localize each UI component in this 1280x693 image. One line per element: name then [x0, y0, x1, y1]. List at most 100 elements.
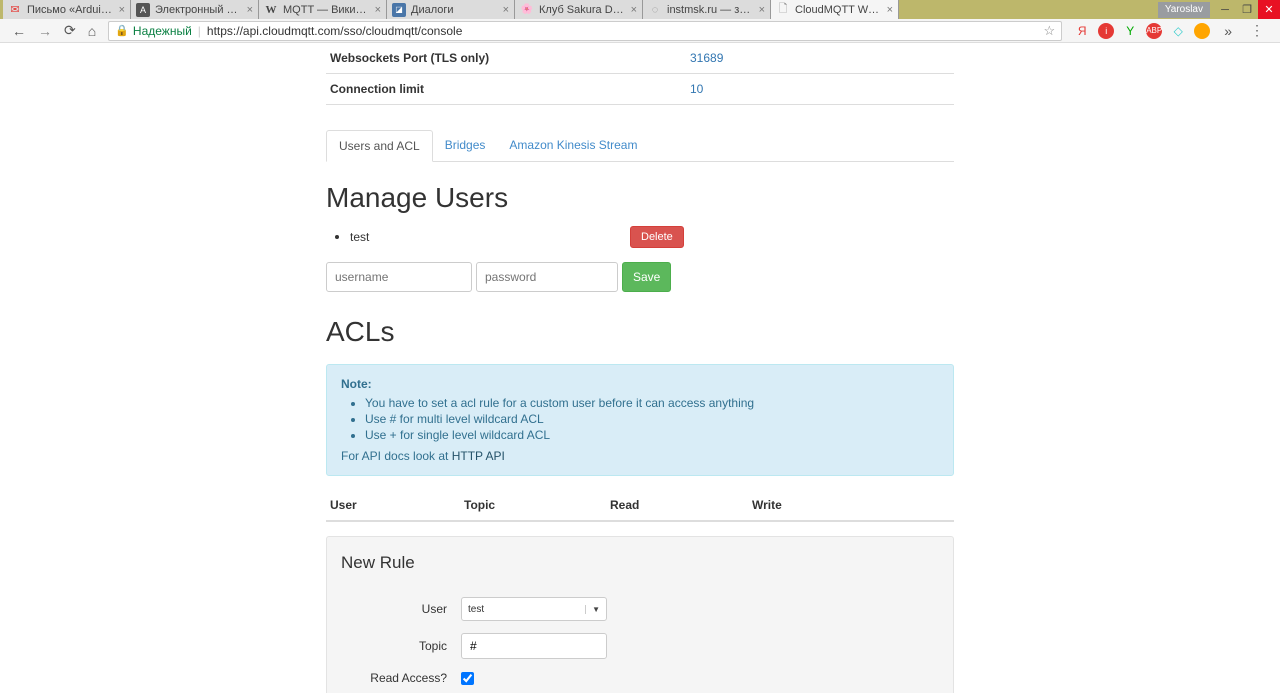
- note-item: Use + for single level wildcard ACL: [365, 427, 939, 443]
- loading-icon: ◌: [648, 3, 662, 17]
- username-input[interactable]: [326, 262, 472, 292]
- form-row-topic: Topic: [341, 633, 939, 659]
- acls-heading: ACLs: [326, 316, 954, 348]
- info-label: Connection limit: [326, 74, 686, 105]
- lock-icon: 🔒: [115, 24, 129, 37]
- menu-button[interactable]: ⋮: [1246, 22, 1268, 39]
- tab-close-icon[interactable]: ×: [375, 4, 381, 16]
- col-topic: Topic: [460, 490, 606, 521]
- table-row: Websockets Port (TLS only) 31689: [326, 43, 954, 74]
- minimize-button[interactable]: ─: [1214, 0, 1236, 19]
- extension-icon[interactable]: Y: [1122, 23, 1138, 39]
- tab-close-icon[interactable]: ×: [631, 4, 637, 16]
- tab-title: Клуб Sakura D4 - Стран: [539, 4, 627, 16]
- extension-icons: Я i Y ABP ◇ » ⋮: [1068, 22, 1274, 39]
- sakura-icon: 🌸: [520, 3, 534, 17]
- password-input[interactable]: [476, 262, 618, 292]
- note-label: Note:: [341, 377, 372, 391]
- acl-table: User Topic Read Write: [326, 490, 954, 522]
- tab-users-acl[interactable]: Users and ACL: [326, 130, 433, 162]
- tab-title: instmsk.ru — загрузка с: [667, 4, 755, 16]
- tab-close-icon[interactable]: ×: [759, 4, 765, 16]
- tab-close-icon[interactable]: ×: [503, 4, 509, 16]
- acl-note-alert: Note: You have to set a acl rule for a c…: [326, 364, 954, 476]
- topic-input[interactable]: [461, 633, 607, 659]
- vk-icon: ◪: [392, 3, 406, 17]
- extension-icon[interactable]: i: [1098, 23, 1114, 39]
- url-field[interactable]: 🔒 Надежный | https://api.cloudmqtt.com/s…: [108, 21, 1062, 41]
- tab-7-active[interactable]: 🗋 CloudMQTT Websocket ×: [771, 0, 899, 19]
- tab-1[interactable]: ✉ Письмо «Arduino.ru :: н ×: [3, 0, 131, 19]
- address-bar: ← → ⟳ ⌂ 🔒 Надежный | https://api.cloudmq…: [0, 19, 1280, 43]
- window-controls: Yaroslav ─ ❐ ✕: [1158, 0, 1280, 19]
- topic-label: Topic: [341, 639, 461, 653]
- tab-2[interactable]: A Электронный Блок Упр ×: [131, 0, 259, 19]
- page-icon: 🗋: [776, 3, 790, 17]
- home-button[interactable]: ⌂: [82, 23, 102, 39]
- tab-title: MQTT — Википедия: [283, 4, 371, 16]
- extension-icon[interactable]: ◇: [1170, 23, 1186, 39]
- tab-strip: ✉ Письмо «Arduino.ru :: н × A Электронны…: [0, 0, 899, 19]
- note-item: Use # for multi level wildcard ACL: [365, 411, 939, 427]
- mail-icon: ✉: [8, 3, 22, 17]
- user-badge[interactable]: Yaroslav: [1158, 2, 1210, 18]
- note-item: You have to set a acl rule for a custom …: [365, 395, 939, 411]
- wiki-icon: W: [264, 3, 278, 17]
- overflow-icon[interactable]: »: [1218, 23, 1238, 39]
- new-rule-panel: New Rule User test Topic Read Access? Wr…: [326, 536, 954, 693]
- browser-titlebar: ✉ Письмо «Arduino.ru :: н × A Электронны…: [0, 0, 1280, 19]
- form-row-user: User test: [341, 597, 939, 621]
- add-user-form: Save: [326, 262, 954, 292]
- table-row: Connection limit 10: [326, 74, 954, 105]
- read-access-label: Read Access?: [341, 671, 461, 685]
- delete-button[interactable]: Delete: [630, 226, 684, 248]
- extension-icon[interactable]: [1194, 23, 1210, 39]
- adblock-icon[interactable]: ABP: [1146, 23, 1162, 39]
- maximize-button[interactable]: ❐: [1236, 0, 1258, 19]
- user-label: User: [341, 602, 461, 616]
- user-name: test: [350, 230, 630, 244]
- form-row-read: Read Access?: [341, 671, 939, 685]
- page-viewport[interactable]: Websockets Port (TLS only) 31689 Connect…: [0, 43, 1280, 693]
- user-row: test Delete: [350, 226, 954, 248]
- user-list: test Delete: [326, 226, 954, 248]
- back-button[interactable]: ←: [6, 23, 32, 39]
- tab-3[interactable]: W MQTT — Википедия ×: [259, 0, 387, 19]
- instance-info-table: Websockets Port (TLS only) 31689 Connect…: [326, 43, 954, 105]
- tab-close-icon[interactable]: ×: [887, 4, 893, 16]
- tab-title: Письмо «Arduino.ru :: н: [27, 4, 115, 16]
- tab-title: Электронный Блок Упр: [155, 4, 243, 16]
- tab-5[interactable]: 🌸 Клуб Sakura D4 - Стран ×: [515, 0, 643, 19]
- nav-tabs: Users and ACL Bridges Amazon Kinesis Str…: [326, 130, 954, 162]
- col-user: User: [326, 490, 460, 521]
- yandex-icon[interactable]: Я: [1074, 23, 1090, 39]
- note-list: You have to set a acl rule for a custom …: [341, 395, 939, 443]
- read-access-checkbox[interactable]: [461, 672, 474, 685]
- api-text: For API docs look at: [341, 449, 452, 463]
- http-api-link[interactable]: HTTP API: [452, 449, 505, 463]
- save-user-button[interactable]: Save: [622, 262, 671, 292]
- info-label: Websockets Port (TLS only): [326, 43, 686, 74]
- info-value: 10: [686, 74, 954, 105]
- secure-label: Надежный: [133, 24, 192, 38]
- col-write: Write: [748, 490, 954, 521]
- tab-4[interactable]: ◪ Диалоги ×: [387, 0, 515, 19]
- user-select[interactable]: test: [461, 597, 607, 621]
- url-text: https://api.cloudmqtt.com/sso/cloudmqtt/…: [207, 24, 462, 38]
- manage-users-heading: Manage Users: [326, 182, 954, 214]
- bookmark-icon[interactable]: ☆: [1044, 23, 1056, 39]
- tab-close-icon[interactable]: ×: [247, 4, 253, 16]
- tab-6[interactable]: ◌ instmsk.ru — загрузка с ×: [643, 0, 771, 19]
- forward-button[interactable]: →: [32, 23, 58, 39]
- close-button[interactable]: ✕: [1258, 0, 1280, 19]
- tab-bridges[interactable]: Bridges: [433, 130, 498, 162]
- tab-title: CloudMQTT Websocket: [795, 4, 883, 16]
- info-value: 31689: [686, 43, 954, 74]
- site-icon: A: [136, 3, 150, 17]
- col-read: Read: [606, 490, 748, 521]
- tab-title: Диалоги: [411, 4, 499, 16]
- tab-kinesis[interactable]: Amazon Kinesis Stream: [497, 130, 649, 162]
- tab-close-icon[interactable]: ×: [119, 4, 125, 16]
- reload-button[interactable]: ⟳: [58, 22, 82, 39]
- new-rule-heading: New Rule: [341, 553, 939, 573]
